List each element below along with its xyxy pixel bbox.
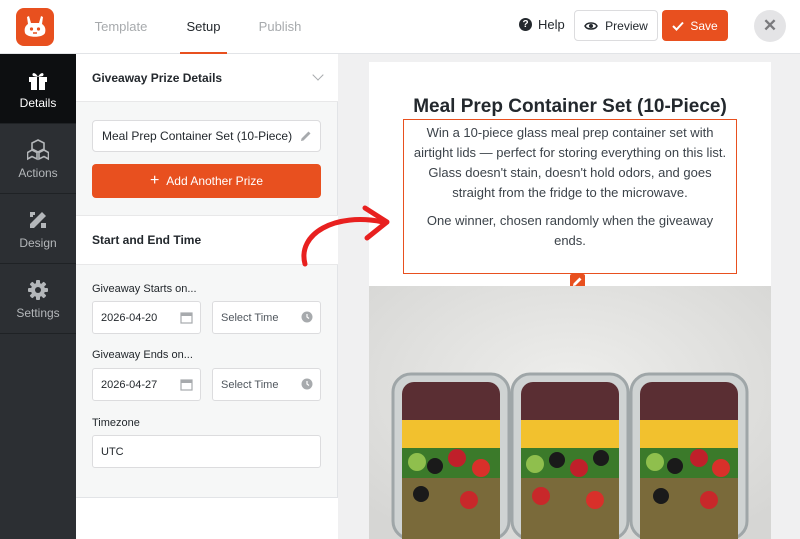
prize-title: Meal Prep Container Set (10-Piece) <box>413 96 727 117</box>
gift-icon <box>29 73 47 90</box>
preview-button[interactable]: Preview <box>574 10 658 41</box>
sidebar-item-label: Details <box>19 96 57 110</box>
question-circle-icon: ? <box>519 18 532 31</box>
start-date-value: 2026-04-20 <box>101 312 158 324</box>
sidebar-item-label: Settings <box>16 306 60 320</box>
prize-name-value: Meal Prep Container Set (10-Piece) <box>102 129 293 143</box>
chevron-down-icon[interactable] <box>312 69 324 81</box>
prize-section-header[interactable]: Giveaway Prize Details <box>76 54 338 102</box>
gear-icon <box>28 280 48 300</box>
sidebar-item-details[interactable]: Details <box>0 54 76 124</box>
save-button[interactable]: Save <box>662 10 728 41</box>
help-label: Help <box>538 17 565 32</box>
prize-image <box>369 286 771 539</box>
timezone-select[interactable]: UTC <box>92 435 321 468</box>
giveaway-preview-card: Meal Prep Container Set (10-Piece) Win a… <box>369 62 771 539</box>
eye-icon <box>584 21 598 30</box>
end-time-placeholder: Select Time <box>221 379 279 391</box>
end-date-label: Giveaway Ends on... <box>92 349 193 361</box>
section-title: Start and End Time <box>92 233 202 247</box>
design-tools-icon <box>30 212 46 228</box>
start-date-input[interactable]: 2026-04-20 <box>92 301 201 334</box>
description-paragraph: One winner, chosen randomly when the giv… <box>426 213 714 248</box>
save-label: Save <box>690 18 718 33</box>
tab-publish[interactable]: Publish <box>256 0 304 54</box>
annotation-arrow-icon <box>301 205 390 267</box>
sidebar-item-label: Actions <box>18 166 58 180</box>
preview-label: Preview <box>605 18 648 33</box>
end-time-input[interactable]: Select Time <box>212 368 321 401</box>
calendar-icon <box>180 312 193 324</box>
add-prize-label: Add Another Prize <box>166 174 264 188</box>
checkmark-icon <box>672 21 685 31</box>
start-time-input[interactable]: Select Time <box>212 301 321 334</box>
help-link[interactable]: ? Help <box>519 17 565 32</box>
clock-icon <box>301 311 313 323</box>
cubes-icon <box>27 139 49 161</box>
plus-icon: + <box>149 172 160 189</box>
prize-name-field[interactable]: Meal Prep Container Set (10-Piece) <box>92 120 321 152</box>
tab-template[interactable]: Template <box>92 0 150 54</box>
add-prize-button[interactable]: + Add Another Prize <box>92 164 321 198</box>
top-bar: Template Setup Publish ? Help Preview Sa… <box>0 0 800 54</box>
timezone-label: Timezone <box>92 417 140 429</box>
panel-footer <box>76 498 338 539</box>
sidebar-nav: Details Actions Design Settings <box>0 54 76 539</box>
clock-icon <box>301 378 313 390</box>
settings-panel: Giveaway Prize Details Meal Prep Contain… <box>76 54 338 539</box>
prize-description[interactable]: Win a 10-piece glass meal prep container… <box>403 119 737 274</box>
start-date-label: Giveaway Starts on... <box>92 283 197 295</box>
timezone-value: UTC <box>101 446 124 458</box>
end-date-input[interactable]: 2026-04-27 <box>92 368 201 401</box>
calendar-icon <box>180 379 193 391</box>
sidebar-item-design[interactable]: Design <box>0 194 76 264</box>
rabbit-logo-icon <box>16 8 54 46</box>
sidebar-item-actions[interactable]: Actions <box>0 124 76 194</box>
start-time-placeholder: Select Time <box>221 312 279 324</box>
preview-area: Meal Prep Container Set (10-Piece) Win a… <box>338 54 800 539</box>
sidebar-item-settings[interactable]: Settings <box>0 264 76 334</box>
section-title: Giveaway Prize Details <box>92 71 223 85</box>
description-paragraph: Win a 10-piece glass meal prep container… <box>413 125 727 200</box>
sidebar-item-label: Design <box>19 236 57 250</box>
tab-setup[interactable]: Setup <box>180 0 227 54</box>
pencil-icon[interactable] <box>300 130 312 142</box>
end-date-value: 2026-04-27 <box>101 379 158 391</box>
close-button[interactable]: ✕ <box>754 10 786 42</box>
